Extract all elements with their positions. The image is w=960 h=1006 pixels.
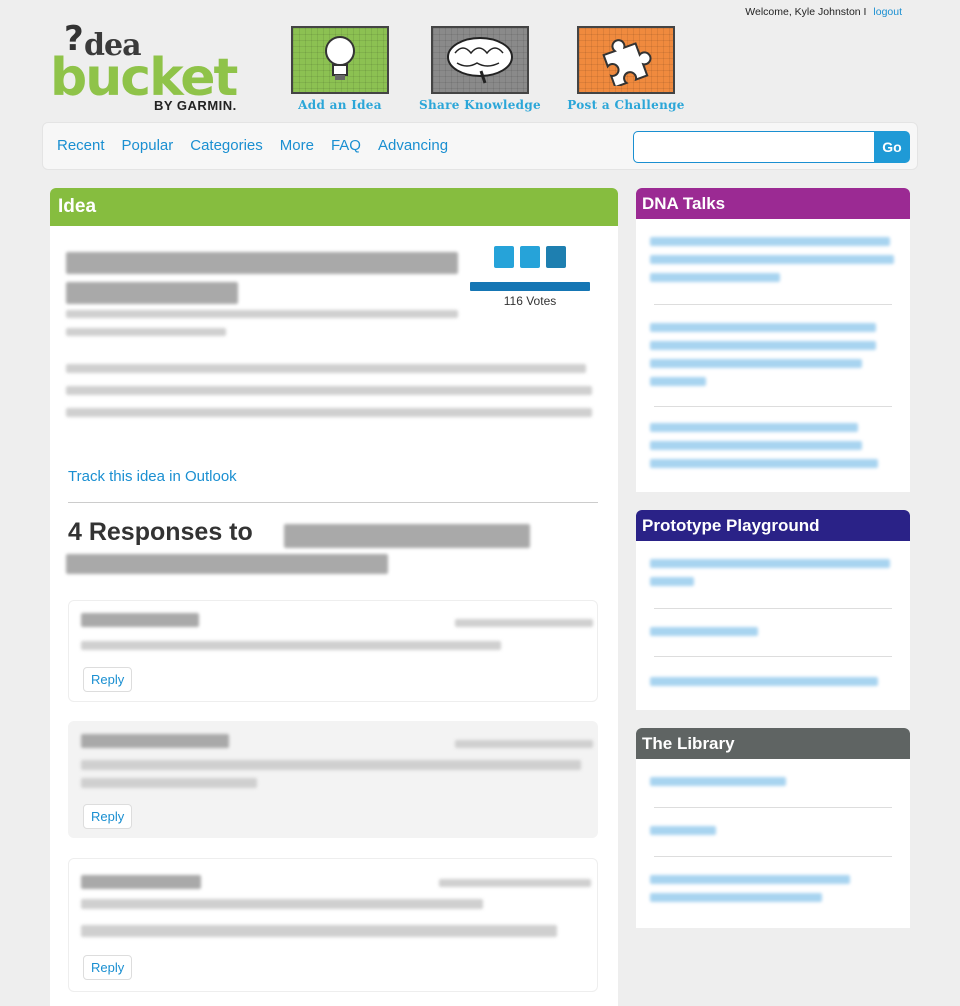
comment-date — [455, 740, 593, 748]
item-title-line2 — [650, 441, 862, 450]
list-item[interactable] — [650, 759, 892, 808]
add-idea-label: Add an Idea — [298, 98, 382, 112]
comment-text-line2 — [81, 925, 557, 937]
idea-body-line2 — [66, 386, 592, 395]
comment-text — [81, 760, 581, 770]
item-title-line2 — [650, 255, 894, 264]
nav-faq[interactable]: FAQ — [331, 137, 361, 154]
item-title-line2 — [650, 341, 876, 350]
comment-date — [455, 619, 593, 627]
item-title — [650, 237, 890, 246]
reply-button[interactable]: Reply — [83, 955, 133, 980]
dna-talks-panel: DNA Talks — [636, 188, 910, 492]
comment: Reply — [68, 721, 598, 838]
share-knowledge-label: Share Knowledge — [419, 98, 541, 112]
very-happy-face-icon[interactable] — [546, 246, 566, 268]
idea-meta — [66, 310, 458, 318]
idea-panel: Idea 116 Votes Track this idea in Outloo… — [50, 188, 618, 1006]
nav-more[interactable]: More — [280, 137, 314, 154]
list-item[interactable] — [650, 305, 892, 407]
item-title-line2 — [650, 577, 694, 586]
library-header: The Library — [636, 728, 910, 759]
comment-date — [439, 879, 591, 887]
list-item[interactable] — [650, 609, 892, 657]
list-item[interactable] — [650, 219, 894, 305]
logout-link[interactable]: logout — [873, 6, 902, 18]
item-title — [650, 423, 858, 432]
comment-text — [81, 641, 501, 650]
neutral-face-icon[interactable] — [494, 246, 514, 268]
post-challenge-label: Post a Challenge — [567, 98, 685, 112]
nav-recent[interactable]: Recent — [57, 137, 105, 154]
vote-widget: 116 Votes — [470, 246, 590, 308]
share-knowledge-action[interactable]: Share Knowledge — [410, 26, 550, 112]
vote-bar — [470, 282, 590, 291]
library-panel: The Library — [636, 728, 910, 928]
list-item[interactable] — [650, 541, 892, 609]
responses-idea-title-line2 — [66, 554, 388, 574]
happy-face-icon[interactable] — [520, 246, 540, 268]
post-challenge-action[interactable]: Post a Challenge — [556, 26, 696, 112]
reply-button[interactable]: Reply — [83, 667, 133, 692]
comment: Reply — [68, 858, 598, 992]
item-title — [650, 777, 786, 786]
item-title — [650, 826, 716, 835]
logo-byline: BY GARMIN. — [154, 98, 237, 113]
nav-advancing[interactable]: Advancing — [378, 137, 448, 154]
add-idea-action[interactable]: Add an Idea — [270, 26, 410, 112]
idea-body-line3 — [66, 408, 592, 417]
logo-bucket: bucket — [50, 48, 238, 108]
item-title-line3 — [650, 459, 878, 468]
item-title-line2 — [650, 893, 822, 902]
list-item[interactable] — [650, 808, 892, 857]
responses-idea-title — [284, 524, 530, 548]
vote-count: 116 Votes — [503, 294, 557, 308]
item-title-line4 — [650, 377, 706, 386]
welcome-bar: Welcome, Kyle Johnston I logout — [745, 6, 902, 18]
divider — [68, 502, 598, 503]
item-title-line3 — [650, 273, 780, 282]
list-item[interactable] — [650, 407, 892, 491]
responses-heading: 4 Responses to — [68, 518, 253, 546]
idea-title — [66, 252, 458, 274]
nav-popular[interactable]: Popular — [122, 137, 174, 154]
item-title — [650, 559, 890, 568]
comment-text — [81, 899, 483, 909]
search-input[interactable] — [633, 131, 875, 163]
list-item[interactable] — [650, 857, 892, 921]
idea-meta-line2 — [66, 328, 226, 336]
idea-header: Idea — [50, 188, 618, 226]
comment-author — [81, 875, 201, 889]
item-title-line3 — [650, 359, 862, 368]
comment-author — [81, 734, 229, 748]
comment: Reply — [68, 600, 598, 702]
item-title — [650, 323, 876, 332]
prototype-playground-header: Prototype Playground — [636, 510, 910, 541]
list-item[interactable] — [650, 657, 892, 707]
comment-text-line2 — [81, 778, 257, 788]
go-button[interactable]: Go — [874, 131, 910, 163]
prototype-playground-panel: Prototype Playground — [636, 510, 910, 710]
idea-bucket-logo[interactable]: ? dea bucket BY GARMIN. — [50, 22, 250, 114]
item-title — [650, 875, 850, 884]
track-outlook-link[interactable]: Track this idea in Outlook — [68, 468, 237, 485]
dna-talks-header: DNA Talks — [636, 188, 910, 219]
welcome-text: Welcome, Kyle Johnston I — [745, 6, 867, 18]
lightbulb-icon — [291, 26, 389, 94]
brain-icon — [431, 26, 529, 94]
item-title — [650, 677, 878, 686]
puzzle-icon — [577, 26, 675, 94]
item-title — [650, 627, 758, 636]
nav-categories[interactable]: Categories — [190, 137, 263, 154]
idea-body — [66, 364, 586, 373]
main-nav: Recent Popular Categories More FAQ Advan… — [42, 122, 918, 170]
idea-title-line2 — [66, 282, 238, 304]
comment-author — [81, 613, 199, 627]
reply-button[interactable]: Reply — [83, 804, 133, 829]
